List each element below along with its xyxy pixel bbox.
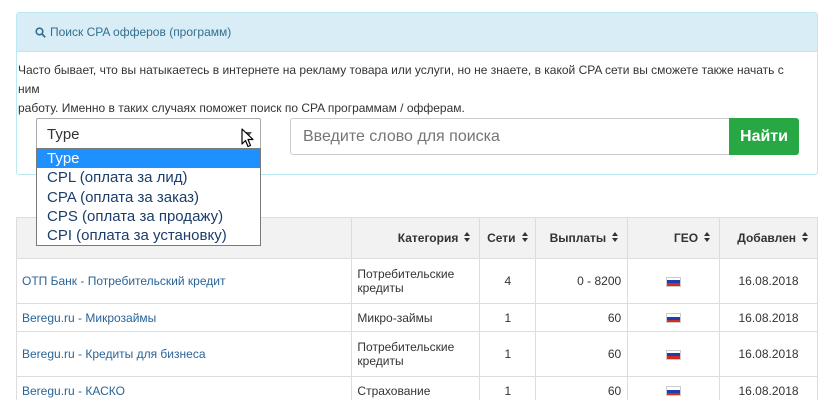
russia-flag-icon — [666, 276, 682, 287]
geo-cell — [627, 258, 721, 304]
geo-cell — [627, 331, 721, 377]
dropdown-option[interactable]: CPS (оплата за продажу) — [37, 207, 260, 226]
category-text: кредиты — [357, 354, 404, 368]
header-label: Добавлен — [737, 231, 796, 245]
sort-icon — [704, 232, 711, 243]
category-text: Потребительские — [357, 340, 455, 354]
russia-flag-icon — [666, 313, 682, 324]
sort-icon — [464, 232, 471, 243]
type-dropdown-list: Type CPL (оплата за лид) CPA (оплата за … — [36, 148, 261, 246]
header-label: Выплаты — [549, 231, 607, 245]
category-cell: Страхование — [351, 376, 481, 400]
table-row: ОТП Банк - Потребительский кредит Потреб… — [15, 258, 818, 304]
date-cell: 16.08.2018 — [719, 258, 818, 304]
offer-name-link[interactable]: ОТП Банк - Потребительский кредит — [15, 258, 353, 304]
payout-cell: 60 — [535, 303, 629, 332]
column-header-payouts[interactable]: Выплаты — [535, 217, 629, 259]
networks-cell: 1 — [479, 331, 537, 377]
category-cell: Потребительские кредиты — [351, 258, 481, 304]
sort-icon — [802, 232, 809, 243]
category-text: Потребительские — [357, 267, 455, 281]
russia-flag-icon — [666, 386, 682, 397]
category-text: Страхование — [357, 383, 431, 398]
header-label: Сети — [487, 231, 516, 245]
sort-icon — [521, 232, 529, 243]
category-text: Микро-займы — [357, 310, 433, 325]
panel-title: Поиск CPA офферов (программ) — [50, 25, 232, 39]
column-header-added[interactable]: Добавлен — [719, 217, 818, 259]
description-line: работу. Именно в таких случаях поможет п… — [18, 101, 465, 115]
geo-cell — [627, 303, 721, 332]
search-button[interactable]: Найти — [729, 118, 799, 155]
dropdown-option[interactable]: CPL (оплата за лид) — [37, 168, 260, 187]
table-row: Beregu.ru - Микрозаймы Микро-займы 1 60 … — [15, 303, 818, 332]
payout-cell: 60 — [535, 331, 629, 377]
header-label: Категория — [397, 231, 459, 245]
category-text: кредиты — [357, 281, 404, 295]
networks-cell: 1 — [479, 376, 537, 400]
networks-cell: 1 — [479, 303, 537, 332]
offer-name-link[interactable]: Beregu.ru - Микрозаймы — [15, 303, 353, 332]
date-cell: 16.08.2018 — [719, 376, 818, 400]
networks-cell: 4 — [479, 258, 537, 304]
offer-name-link[interactable]: Beregu.ru - Кредиты для бизнеса — [15, 331, 353, 377]
payout-cell: 0 - 8200 — [535, 258, 629, 304]
geo-cell — [627, 376, 721, 400]
search-icon — [35, 27, 46, 38]
table-row: Beregu.ru - КАСКО Страхование 1 60 16.08… — [15, 376, 818, 400]
column-header-networks[interactable]: Сети — [479, 217, 537, 259]
offer-name-link[interactable]: Beregu.ru - КАСКО — [15, 376, 353, 400]
column-header-category[interactable]: Категория — [351, 217, 481, 259]
type-select[interactable]: Type — [36, 118, 261, 151]
sort-icon — [612, 232, 619, 243]
payout-cell: 60 — [535, 376, 629, 400]
date-cell: 16.08.2018 — [719, 303, 818, 332]
dropdown-option[interactable]: CPA (оплата за заказ) — [37, 188, 260, 207]
panel-description: Часто бывает, что вы натыкаетесь в интер… — [18, 61, 788, 118]
column-header-geo[interactable]: ГЕО — [627, 217, 721, 259]
search-input[interactable] — [290, 118, 734, 155]
russia-flag-icon — [666, 349, 682, 360]
description-line: Часто бывает, что вы натыкаетесь в интер… — [18, 63, 784, 96]
header-label: ГЕО — [673, 231, 699, 245]
mouse-cursor-icon — [241, 128, 254, 148]
category-cell: Микро-займы — [351, 303, 481, 332]
date-cell: 16.08.2018 — [719, 331, 818, 377]
dropdown-option[interactable]: Type — [37, 149, 260, 169]
type-select-value: Type — [47, 126, 80, 143]
dropdown-option[interactable]: CPI (оплата за установку) — [37, 226, 260, 245]
panel-heading: Поиск CPA офферов (программ) — [17, 13, 817, 52]
table-row: Beregu.ru - Кредиты для бизнеса Потребит… — [15, 331, 818, 377]
category-cell: Потребительские кредиты — [351, 331, 481, 377]
